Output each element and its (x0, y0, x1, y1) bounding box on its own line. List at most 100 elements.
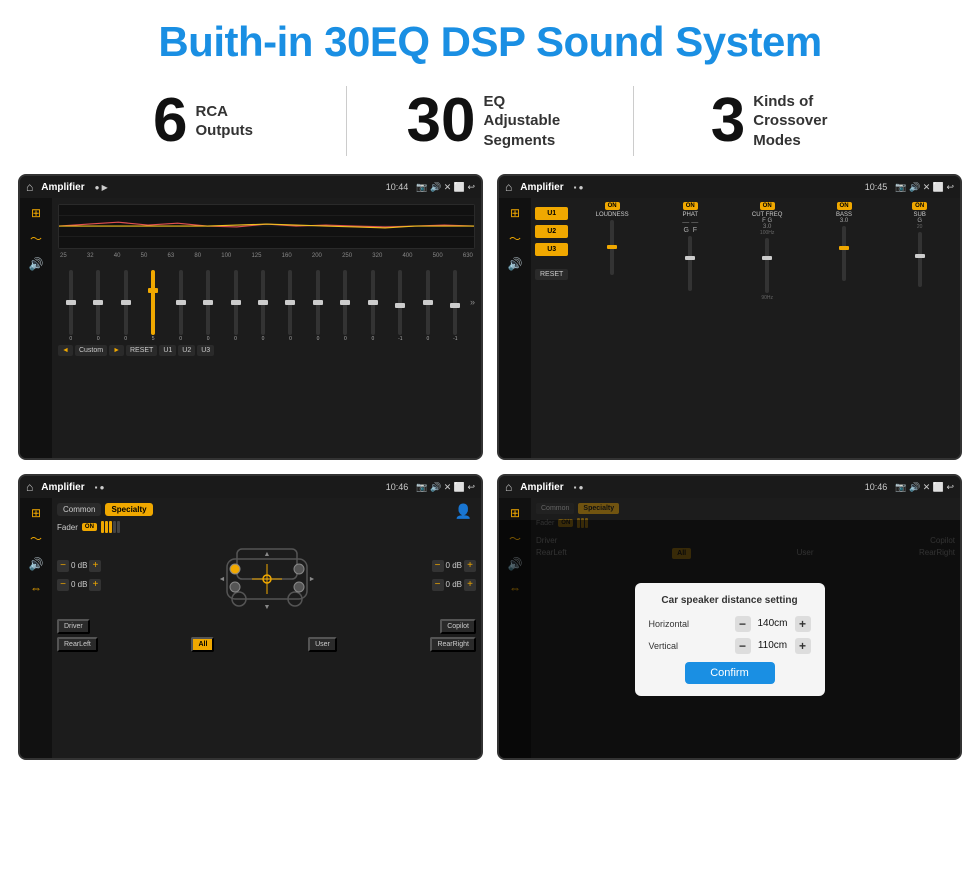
phat-on-badge[interactable]: ON (683, 202, 698, 210)
u2-button[interactable]: U2 (535, 225, 568, 238)
eq-next-button[interactable]: ► (109, 345, 124, 356)
cutfreq-slider[interactable] (765, 238, 769, 293)
eq-u3-button[interactable]: U3 (197, 345, 214, 356)
eq-custom-button[interactable]: Custom (75, 345, 107, 356)
eq-u2-button[interactable]: U2 (178, 345, 195, 356)
speaker-icon-2[interactable]: 🔊 (508, 257, 523, 271)
bass-slider[interactable] (842, 226, 846, 281)
stat-eq: 30 EQ AdjustableSegments (347, 90, 633, 152)
vertical-value: 110cm (755, 640, 791, 651)
eq-slider-5[interactable]: 0 (168, 270, 193, 342)
eq-slider-7[interactable]: 0 (223, 270, 248, 342)
eq-slider-10[interactable]: 0 (305, 270, 330, 342)
db4-minus[interactable]: − (432, 579, 444, 591)
stat-rca: 6 RCAOutputs (60, 90, 346, 152)
eq-icon-2[interactable]: ⊞ (510, 206, 520, 220)
eq-slider-2[interactable]: 0 (85, 270, 110, 342)
u1-button[interactable]: U1 (535, 207, 568, 220)
loudness-slider[interactable] (610, 220, 614, 275)
sub-slider[interactable] (918, 232, 922, 287)
horizontal-setting-row: Horizontal − 140cm + (649, 616, 811, 632)
common-tab[interactable]: Common (57, 503, 101, 516)
stat-crossover-number: 3 (711, 90, 745, 152)
fader-slider[interactable] (101, 521, 120, 533)
specialty-tab[interactable]: Specialty (105, 503, 152, 516)
db2-plus[interactable]: + (89, 579, 101, 591)
stat-rca-number: 6 (153, 90, 187, 152)
eq-u1-button[interactable]: U1 (159, 345, 176, 356)
vertical-minus[interactable]: − (735, 638, 751, 654)
page-header: Buith-in 30EQ DSP Sound System (0, 0, 980, 76)
vertical-setting-row: Vertical − 110cm + (649, 638, 811, 654)
svg-text:◄: ◄ (218, 576, 225, 583)
horizontal-minus[interactable]: − (735, 616, 751, 632)
phat-slider[interactable] (688, 236, 692, 291)
cutfreq-control: ON CUT FREQ F G 3.0 100Hz 90Hz (752, 202, 783, 301)
eq-icon[interactable]: ⊞ (31, 206, 41, 220)
time-1: 10:44 (386, 182, 409, 192)
horizontal-plus[interactable]: + (795, 616, 811, 632)
status-bar-eq: ⌂ Amplifier ● ▶ 10:44 📷 🔊 ✕ ⬜ ↩ (20, 176, 481, 198)
db3-plus[interactable]: + (464, 560, 476, 572)
rearright-button[interactable]: RearRight (430, 637, 476, 652)
eq-slider-13[interactable]: -1 (388, 270, 413, 342)
loudness-control: ON LOUDNESS (596, 202, 629, 301)
status-dots-1: ● ▶ (95, 183, 108, 192)
eq-slider-11[interactable]: 0 (333, 270, 358, 342)
db4-plus[interactable]: + (464, 579, 476, 591)
user-button[interactable]: User (308, 637, 337, 652)
u3-button[interactable]: U3 (535, 243, 568, 256)
eq-slider-1[interactable]: 0 (58, 270, 83, 342)
db1-plus[interactable]: + (89, 560, 101, 572)
wave-icon[interactable]: 〜 (30, 230, 42, 247)
eq-slider-12[interactable]: 0 (360, 270, 385, 342)
status-icons-2: 📷 🔊 ✕ ⬜ ↩ (895, 182, 954, 193)
sub-on-badge[interactable]: ON (912, 202, 927, 210)
sub-control: ON SUB G 20 (906, 202, 934, 301)
eq-slider-15[interactable]: -1 (443, 270, 468, 342)
db1-minus[interactable]: − (57, 560, 69, 572)
db2-val: 0 dB (71, 580, 87, 589)
fader-label: Fader (57, 523, 78, 532)
eq-slider-6[interactable]: 0 (195, 270, 220, 342)
home-icon-4: ⌂ (505, 480, 512, 494)
db-control-2: − 0 dB + (57, 579, 101, 591)
eq-slider-9[interactable]: 0 (278, 270, 303, 342)
amp-reset-button[interactable]: RESET (535, 269, 568, 280)
eq-slider-4[interactable]: 5 (140, 270, 165, 342)
rearleft-button[interactable]: RearLeft (57, 637, 98, 652)
driver-button[interactable]: Driver (57, 619, 90, 634)
eq-slider-3[interactable]: 0 (113, 270, 138, 342)
wave-icon-3[interactable]: 〜 (30, 530, 42, 547)
amp-screen-content: ⊞ 〜 🔊 U1 U2 U3 RESET (499, 198, 960, 458)
vertical-plus[interactable]: + (795, 638, 811, 654)
eq-icon-3[interactable]: ⊞ (31, 506, 41, 520)
db3-minus[interactable]: − (432, 560, 444, 572)
cutfreq-on-badge[interactable]: ON (760, 202, 775, 210)
eq-slider-8[interactable]: 0 (250, 270, 275, 342)
status-icons-1: 📷 🔊 ✕ ⬜ ↩ (416, 182, 475, 193)
eq-slider-14[interactable]: 0 (415, 270, 440, 342)
bass-on-badge[interactable]: ON (837, 202, 852, 210)
all-button[interactable]: All (191, 637, 214, 652)
wave-icon-2[interactable]: 〜 (509, 230, 521, 247)
confirm-button[interactable]: Confirm (685, 662, 775, 684)
status-bar-cs: ⌂ Amplifier ▪ ● 10:46 📷 🔊 ✕ ⬜ ↩ (20, 476, 481, 498)
arrows-icon-3[interactable]: ⇔ (30, 581, 42, 595)
db3-val: 0 dB (446, 561, 462, 570)
speaker-icon[interactable]: 🔊 (29, 257, 44, 271)
stats-row: 6 RCAOutputs 30 EQ AdjustableSegments 3 … (0, 76, 980, 170)
eq-sidebar: ⊞ 〜 🔊 (20, 198, 52, 458)
speaker-icon-3[interactable]: 🔊 (29, 557, 44, 571)
stat-eq-number: 30 (407, 90, 476, 152)
horizontal-label: Horizontal (649, 619, 704, 629)
fader-on-badge[interactable]: ON (82, 523, 97, 531)
home-icon-3: ⌂ (26, 480, 33, 494)
copilot-button[interactable]: Copilot (440, 619, 476, 634)
screen-dialog: ⌂ Amplifier ▪ ● 10:46 📷 🔊 ✕ ⬜ ↩ ⊞ 〜 🔊 ⇔ … (497, 474, 962, 760)
loudness-on-badge[interactable]: ON (605, 202, 620, 210)
eq-reset-button[interactable]: RESET (126, 345, 157, 356)
eq-sliders: 0 0 0 5 0 (58, 262, 475, 342)
db2-minus[interactable]: − (57, 579, 69, 591)
eq-prev-button[interactable]: ◄ (58, 345, 73, 356)
